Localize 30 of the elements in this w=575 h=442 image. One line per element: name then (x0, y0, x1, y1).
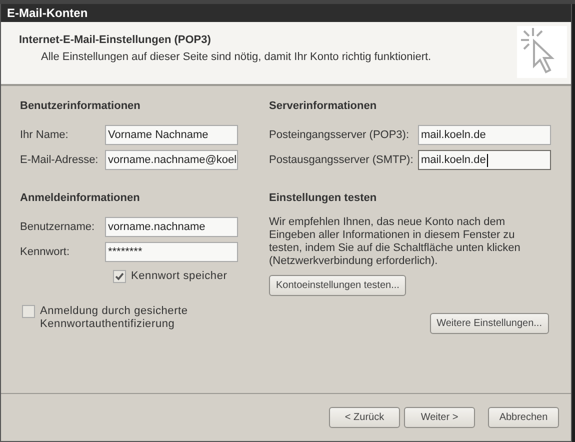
field-label: Kennwort: (20, 246, 71, 258)
wizard-button[interactable]: Abbrechen (488, 407, 559, 428)
wizard-button[interactable]: Weiter > (404, 407, 475, 428)
page-subtitle: Alle Einstellungen auf dieser Seite sind nötig, damit Ihr Konto richtig funktioniert. (40, 51, 432, 63)
field-label: Benutzername: (20, 221, 96, 233)
checkbox[interactable] (113, 270, 126, 283)
test-description: Wir empfehlen Ihnen, das neue Konto nach dem Eingeben aller Informationen in diesem Fenster zu testen, indem Sie auf die Schaltfläche unten klicken (Netzwerkverbindung erforderlich). (269, 216, 522, 268)
section-heading: Anmeldeinformationen (20, 192, 141, 206)
input-field[interactable]: Vorname Nachname (105, 125, 238, 145)
input-field[interactable]: mail.koeln.de (418, 125, 551, 145)
input-field[interactable]: mail.koeln.de (418, 150, 551, 170)
checkbox-label: Kennwort speicher (131, 270, 228, 282)
page-title: Internet-E-Mail-Einstellungen (POP3) (19, 34, 212, 46)
section-heading: Benutzerinformationen (20, 100, 142, 114)
section-heading: Serverinformationen (269, 100, 378, 114)
window-title: E-Mail-Konten (7, 6, 88, 20)
field-label: Postausgangsserver (SMTP): (269, 154, 414, 166)
cursor-click-icon (517, 26, 567, 78)
section-heading: Einstellungen testen (269, 192, 378, 206)
checkbox[interactable] (22, 305, 35, 318)
wizard-button[interactable]: < Zurück (329, 407, 400, 428)
field-label: Ihr Name: (20, 129, 70, 141)
more-settings-button[interactable]: Weitere Einstellungen... (430, 313, 549, 334)
test-settings-button[interactable]: Kontoeinstellungen testen... (269, 275, 406, 296)
input-field[interactable]: vorname.nachname@koel (105, 150, 238, 170)
checkbox-label: Anmeldung durch gesicherte Kennwortauthentifizierung (40, 305, 189, 331)
input-field[interactable]: vorname.nachname (105, 217, 238, 237)
field-label: Posteingangsserver (POP3): (269, 129, 410, 141)
field-label: E-Mail-Adresse: (20, 154, 100, 166)
input-field[interactable]: ******** (105, 242, 238, 262)
